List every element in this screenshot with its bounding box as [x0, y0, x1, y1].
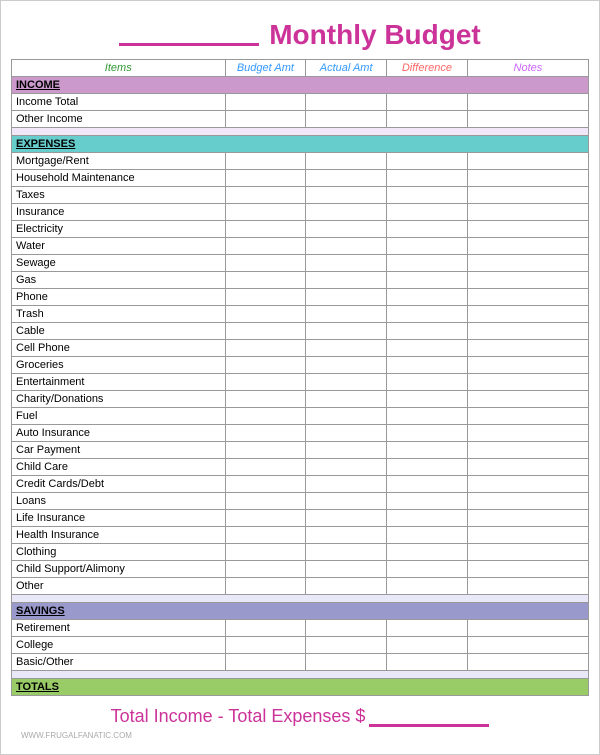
budget-table: Items Budget Amt Actual Amt Difference N…	[11, 59, 589, 696]
col-actual-header: Actual Amt	[306, 60, 387, 77]
table-row: Other Income	[12, 111, 589, 128]
section-header-row: TOTALS	[12, 679, 589, 696]
table-row: Income Total	[12, 94, 589, 111]
watermark: WWW.FRUGALFANATIC.COM	[21, 731, 132, 740]
table-row: Retirement	[12, 620, 589, 637]
header-underline	[119, 24, 259, 46]
table-row: Credit Cards/Debt	[12, 476, 589, 493]
col-budget-header: Budget Amt	[225, 60, 306, 77]
spacer-row	[12, 128, 589, 136]
table-row: Groceries	[12, 357, 589, 374]
col-notes-header: Notes	[467, 60, 588, 77]
col-diff-header: Difference	[387, 60, 468, 77]
footer: Total Income - Total Expenses $ WWW.FRUG…	[11, 696, 589, 744]
spacer-row	[12, 671, 589, 679]
page: Monthly Budget Items Budget Amt Actual A…	[0, 0, 600, 755]
table-row: Loans	[12, 493, 589, 510]
section-header-row: EXPENSES	[12, 136, 589, 153]
table-row: Clothing	[12, 544, 589, 561]
table-row: Basic/Other	[12, 654, 589, 671]
section-header-row: SAVINGS	[12, 603, 589, 620]
spacer-row	[12, 595, 589, 603]
column-header-row: Items Budget Amt Actual Amt Difference N…	[12, 60, 589, 77]
table-row: Cell Phone	[12, 340, 589, 357]
table-row: Charity/Donations	[12, 391, 589, 408]
table-row: Child Care	[12, 459, 589, 476]
table-row: Taxes	[12, 187, 589, 204]
table-row: Life Insurance	[12, 510, 589, 527]
table-row: Gas	[12, 272, 589, 289]
table-row: College	[12, 637, 589, 654]
table-row: Phone	[12, 289, 589, 306]
table-row: Sewage	[12, 255, 589, 272]
table-row: Household Maintenance	[12, 170, 589, 187]
table-row: Cable	[12, 323, 589, 340]
table-row: Child Support/Alimony	[12, 561, 589, 578]
table-row: Mortgage/Rent	[12, 153, 589, 170]
table-row: Health Insurance	[12, 527, 589, 544]
table-row: Insurance	[12, 204, 589, 221]
table-row: Trash	[12, 306, 589, 323]
table-row: Entertainment	[12, 374, 589, 391]
table-row: Electricity	[12, 221, 589, 238]
table-row: Water	[12, 238, 589, 255]
total-formula: Total Income - Total Expenses $	[111, 706, 490, 727]
section-header-row: INCOME	[12, 77, 589, 94]
header: Monthly Budget	[11, 11, 589, 55]
col-items-header: Items	[12, 60, 226, 77]
table-row: Auto Insurance	[12, 425, 589, 442]
table-row: Other	[12, 578, 589, 595]
total-underline	[369, 724, 489, 727]
table-row: Car Payment	[12, 442, 589, 459]
page-title: Monthly Budget	[269, 19, 481, 51]
table-row: Fuel	[12, 408, 589, 425]
